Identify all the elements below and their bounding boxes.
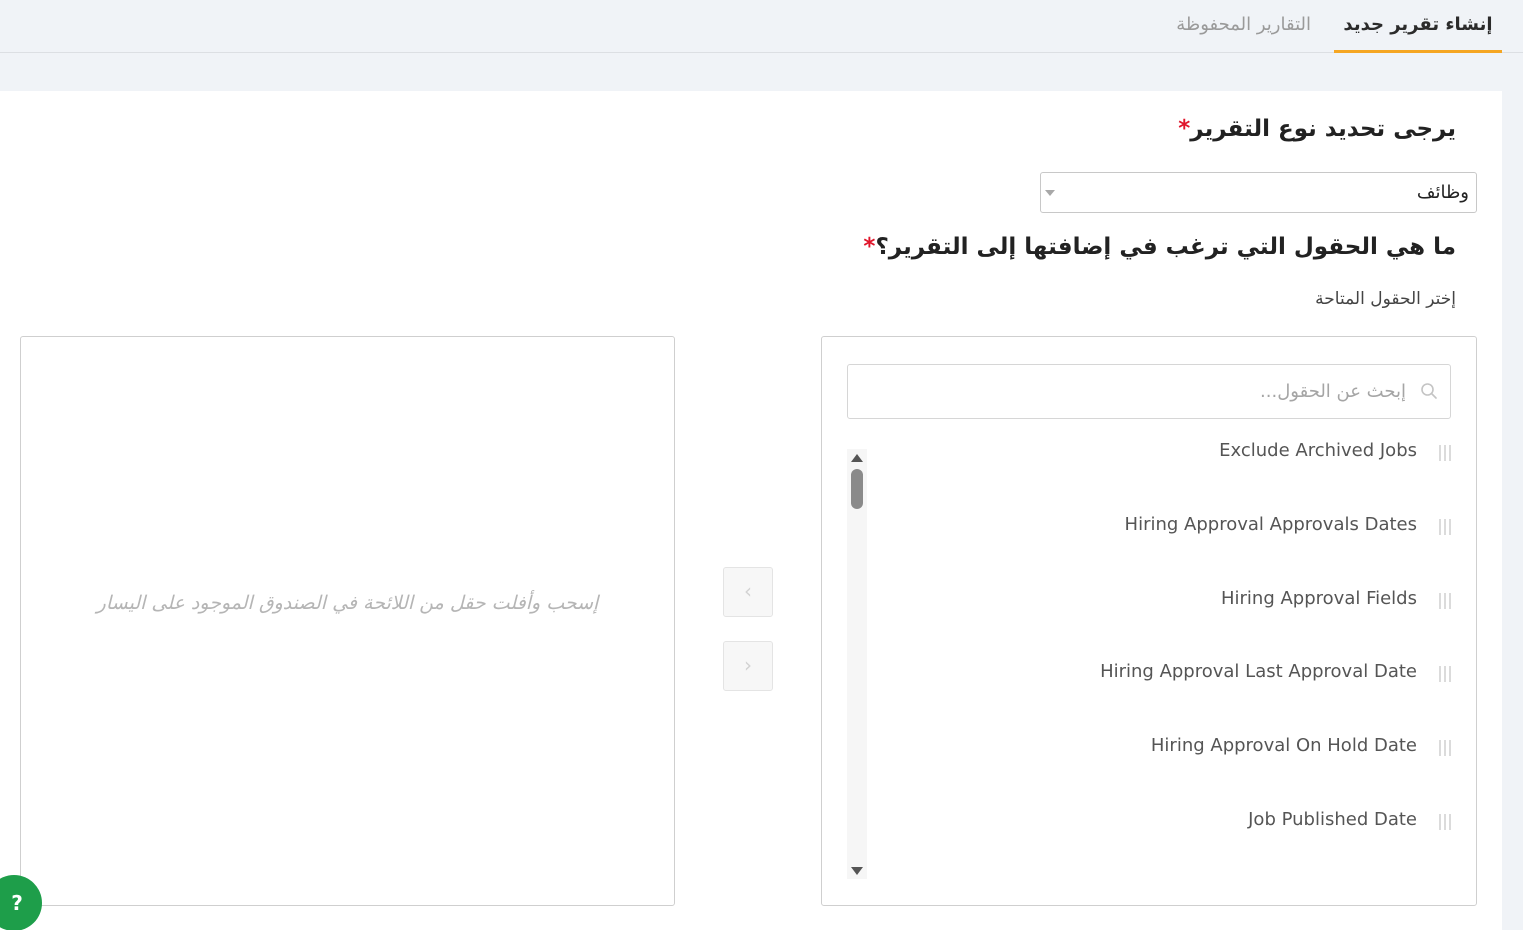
report-type-value: وظائف [1416,182,1469,203]
field-item-label: Job Published Date [1248,809,1417,830]
chevron-down-icon [1045,190,1055,196]
drag-handle-icon[interactable] [1438,664,1452,684]
required-marker: * [863,234,876,260]
field-item[interactable]: Hiring Approval Approvals Dates [882,511,1452,541]
tab-saved-reports[interactable]: التقارير المحفوظة [1176,0,1311,53]
field-item-label: Hiring Approval Approvals Dates [1124,514,1417,535]
field-search [847,364,1451,419]
chevron-right-icon: › [744,653,752,677]
dropzone-placeholder: إسحب وأفلت حقل من اللائحة في الصندوق الم… [96,592,599,614]
fields-heading: ما هي الحقول التي ترغب في إضافتها إلى ال… [863,234,1456,260]
move-left-button[interactable]: ‹ [723,567,773,617]
drag-handle-icon[interactable] [1438,591,1452,611]
required-marker: * [1178,116,1191,142]
field-item-label: Hiring Approval On Hold Date [1150,735,1417,756]
field-list-scrollbar[interactable] [847,449,867,879]
selected-fields-dropzone[interactable]: إسحب وأفلت حقل من اللائحة في الصندوق الم… [20,336,675,906]
field-item-label: Exclude Archived Jobs [1219,440,1417,461]
report-tabs: إنشاء تقرير جديد التقارير المحفوظة [0,0,1523,53]
field-item[interactable]: Hiring Approval Fields [882,585,1452,615]
available-fields-label: إختر الحقول المتاحة [1315,289,1456,309]
report-type-select[interactable]: وظائف [1040,172,1477,213]
available-fields-box: Exclude Archived Jobs Hiring Approval App… [821,336,1477,906]
chevron-left-icon: ‹ [744,579,752,603]
field-item[interactable]: Exclude Archived Jobs [882,437,1452,467]
tab-create-new-report[interactable]: إنشاء تقرير جديد [1334,0,1502,53]
field-item[interactable]: Job Published Date [882,806,1452,836]
drag-handle-icon[interactable] [1438,812,1452,832]
scroll-up-icon[interactable] [851,454,863,462]
field-search-input[interactable] [848,365,1450,418]
field-item-label: Hiring Approval Fields [1220,588,1417,609]
report-type-heading: يرجى تحديد نوع التقرير* [1178,116,1456,142]
field-item[interactable]: Hiring Approval Last Approval Date [882,658,1452,688]
search-icon [1420,382,1438,404]
scrollbar-thumb[interactable] [851,469,863,509]
move-right-button[interactable]: › [723,641,773,691]
field-item-label: Hiring Approval Last Approval Date [1100,661,1417,682]
drag-handle-icon[interactable] [1438,738,1452,758]
field-item[interactable]: Hiring Approval On Hold Date [882,732,1452,762]
drag-handle-icon[interactable] [1438,443,1452,463]
report-builder-card: يرجى تحديد نوع التقرير* وظائف ما هي الحق… [0,91,1502,930]
drag-handle-icon[interactable] [1438,517,1452,537]
scroll-down-icon[interactable] [851,867,863,875]
